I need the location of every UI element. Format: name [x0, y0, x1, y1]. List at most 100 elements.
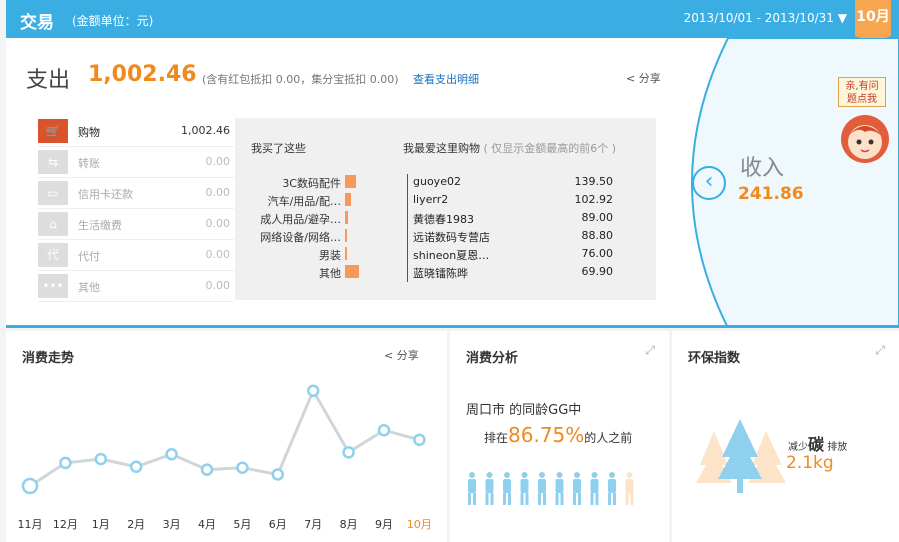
merchant-name: 黄德春1983 — [413, 213, 474, 226]
trend-point[interactable] — [342, 446, 355, 459]
person-icon — [625, 472, 634, 505]
category-name: 转账 — [78, 157, 100, 170]
trend-point[interactable] — [271, 468, 285, 481]
bought-heading: 我买了这些 — [251, 142, 306, 155]
merchant-row[interactable]: 黄德春1983 89.00 — [413, 209, 623, 227]
trend-month-label[interactable]: 10月 — [407, 518, 432, 531]
page-title: 交易 — [20, 13, 54, 33]
person-icon — [538, 472, 546, 505]
merchant-value: 139.50 — [574, 175, 614, 188]
category-icon: ⌂ — [38, 212, 68, 236]
analysis-line1: 周口市 的同龄GG中 — [466, 403, 582, 418]
trend-point[interactable] — [21, 477, 39, 495]
bought-item: 汽车/用品/配… — [245, 190, 385, 208]
people-graphic — [468, 472, 634, 505]
trend-point[interactable] — [306, 384, 320, 398]
person-icon — [485, 472, 494, 505]
trend-point[interactable] — [200, 463, 214, 476]
category-icon: ••• — [38, 274, 68, 298]
assistant-avatar[interactable] — [838, 112, 892, 166]
trend-point[interactable] — [129, 460, 143, 474]
bought-label: 其他 — [319, 267, 341, 280]
trend-point[interactable] — [59, 456, 72, 470]
trend-month-label[interactable]: 2月 — [127, 518, 145, 531]
trend-point[interactable] — [165, 448, 178, 461]
trend-month-label[interactable]: 8月 — [340, 518, 358, 531]
bought-bar — [345, 211, 349, 224]
category-name: 其他 — [78, 281, 100, 294]
category-icon: ⇆ — [38, 150, 68, 174]
trend-month-label[interactable]: 3月 — [163, 518, 181, 531]
trend-month-label[interactable]: 5月 — [233, 518, 251, 531]
trend-month-label[interactable]: 6月 — [269, 518, 287, 531]
category-item[interactable]: ▭ 信用卡还款 0.00 — [38, 178, 234, 209]
rank-prefix: 排在 — [484, 431, 509, 445]
trend-line — [29, 387, 420, 488]
trend-month-label[interactable]: 12月 — [53, 518, 78, 531]
trend-point[interactable] — [236, 461, 249, 474]
trend-point[interactable] — [94, 452, 108, 466]
bought-bar — [345, 175, 357, 188]
category-value: 0.00 — [205, 217, 231, 230]
merchant-value: 89.00 — [581, 211, 614, 224]
merchant-row[interactable]: 蓝晓镭陈晔 69.90 — [413, 263, 623, 281]
trend-point[interactable] — [413, 433, 426, 447]
expand-icon[interactable]: ⤢ — [875, 343, 885, 358]
eco-carbon: 碳 — [808, 435, 825, 454]
merchant-name: shineon夏恩… — [413, 249, 490, 262]
category-item[interactable]: ⇆ 转账 0.00 — [38, 147, 234, 178]
category-item[interactable]: ••• 其他 0.00 — [38, 271, 234, 302]
income-amount: 241.86 — [738, 184, 804, 204]
bought-item: 男装 — [245, 244, 385, 262]
income-label: 收入 — [740, 156, 785, 181]
help-bubble[interactable]: 亲,有问 题点我 — [838, 77, 886, 107]
bought-item: 其他 — [245, 262, 385, 280]
category-value: 0.00 — [205, 186, 231, 199]
person-icon — [520, 472, 529, 505]
merchant-row[interactable]: guoye02 139.50 — [413, 173, 623, 191]
category-item[interactable]: 🛒 购物 1,002.46 — [38, 116, 234, 147]
category-icon: 🛒 — [38, 119, 68, 143]
merchant-value: 102.92 — [574, 193, 614, 206]
trend-month-label[interactable]: 1月 — [92, 518, 110, 531]
analysis-line2: 排在86.75%的人之前 — [484, 423, 632, 447]
merchant-row[interactable]: shineon夏恩… 76.00 — [413, 245, 623, 263]
header-bar: 交易 (金额单位：元) 2013/10/01 - 2013/10/31 ▼ 10… — [6, 0, 899, 42]
category-value: 1,002.46 — [181, 124, 230, 137]
spend-note: (含有红包抵扣 0.00，集分宝抵扣 0.00) — [202, 73, 399, 86]
date-range-selector[interactable]: 2013/10/01 - 2013/10/31 ▼ — [684, 11, 847, 25]
bought-bar — [345, 229, 348, 242]
bought-label: 汽车/用品/配… — [267, 195, 341, 208]
bought-bar — [345, 193, 352, 206]
favorite-merchants: guoye02 139.50 liyerr2 102.92 黄德春1983 89.00 远诺… — [413, 173, 623, 281]
category-value: 0.00 — [205, 155, 231, 168]
share-button[interactable]: < 分享 — [626, 70, 661, 86]
spend-breakdown-panel: 我买了这些 我最爱这里购物 ( 仅显示金额最高的前6个 ) 3C数码配件 汽车/用… — [235, 118, 656, 300]
category-name: 生活缴费 — [78, 219, 122, 232]
category-name: 购物 — [78, 126, 100, 139]
eco-reduce: 减少碳 排放 — [788, 431, 847, 455]
eco-card: 环保指数 ⤢ 减少碳 排放 2.1kg — [672, 331, 899, 542]
help-line2: 题点我 — [847, 94, 877, 105]
trend-month-label[interactable]: 7月 — [304, 518, 322, 531]
bought-item: 网络设备/网络… — [245, 226, 385, 244]
spend-detail-link[interactable]: 查看支出明细 — [413, 71, 479, 87]
trend-month-label[interactable]: 9月 — [375, 518, 393, 531]
month-tab[interactable]: 10月 — [855, 0, 891, 42]
merchant-row[interactable]: 远诺数码专营店 88.80 — [413, 227, 623, 245]
person-icon — [468, 472, 476, 505]
eco-emit: 排放 — [827, 442, 848, 453]
help-line1: 亲,有问 — [845, 81, 879, 92]
merchant-row[interactable]: liyerr2 102.92 — [413, 191, 623, 209]
back-arrow-icon[interactable]: ‹ — [692, 166, 726, 200]
category-item[interactable]: ⌂ 生活缴费 0.00 — [38, 209, 234, 240]
expand-icon[interactable]: ⤢ — [645, 343, 655, 358]
trend-point[interactable] — [377, 423, 391, 437]
favorite-heading: 我最爱这里购物 ( 仅显示金额最高的前6个 ) — [403, 140, 616, 156]
merchant-value: 69.90 — [581, 265, 614, 278]
bought-item: 成人用品/避孕… — [245, 208, 385, 226]
category-item[interactable]: 代代付 0.00 — [38, 240, 234, 271]
spend-amount: 1,002.46 — [88, 62, 197, 87]
trend-month-label[interactable]: 4月 — [198, 518, 216, 531]
trend-month-label[interactable]: 11月 — [18, 518, 43, 531]
